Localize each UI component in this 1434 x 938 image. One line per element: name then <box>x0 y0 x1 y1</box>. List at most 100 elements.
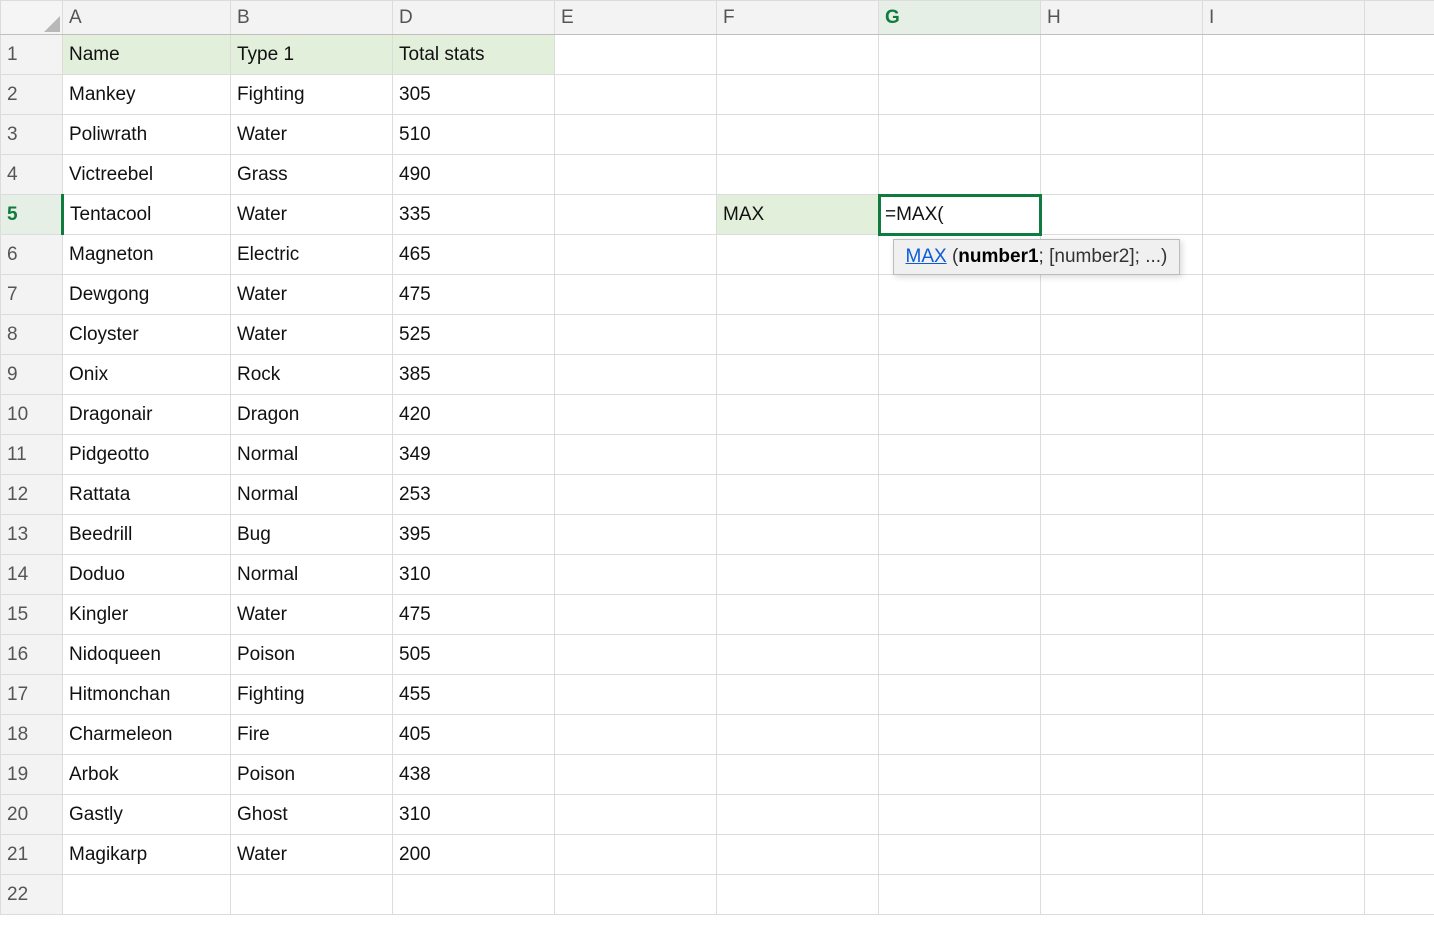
cell-D11[interactable]: 349 <box>393 435 555 475</box>
cell-A10[interactable]: Dragonair <box>63 395 231 435</box>
cell-J17[interactable] <box>1365 675 1434 715</box>
cell-A3[interactable]: Poliwrath <box>63 115 231 155</box>
cell-B21[interactable]: Water <box>231 835 393 875</box>
cell-F17[interactable] <box>717 675 879 715</box>
cell-E10[interactable] <box>555 395 717 435</box>
row-header-8[interactable]: 8 <box>1 315 63 355</box>
cell-F19[interactable] <box>717 755 879 795</box>
cell-B5[interactable]: Water <box>231 195 393 235</box>
cell-I4[interactable] <box>1203 155 1365 195</box>
cell-I9[interactable] <box>1203 355 1365 395</box>
cell-I19[interactable] <box>1203 755 1365 795</box>
col-header-G[interactable]: G <box>879 1 1041 35</box>
cell-G17[interactable] <box>879 675 1041 715</box>
col-header-E[interactable]: E <box>555 1 717 35</box>
cell-F2[interactable] <box>717 75 879 115</box>
cell-E16[interactable] <box>555 635 717 675</box>
cell-H1[interactable] <box>1041 35 1203 75</box>
cell-H18[interactable] <box>1041 715 1203 755</box>
cell-H9[interactable] <box>1041 355 1203 395</box>
cell-A19[interactable]: Arbok <box>63 755 231 795</box>
cell-E11[interactable] <box>555 435 717 475</box>
cell-J13[interactable] <box>1365 515 1434 555</box>
col-header-F[interactable]: F <box>717 1 879 35</box>
cell-D16[interactable]: 505 <box>393 635 555 675</box>
cell-D20[interactable]: 310 <box>393 795 555 835</box>
cell-D13[interactable]: 395 <box>393 515 555 555</box>
cell-G9[interactable] <box>879 355 1041 395</box>
cell-H17[interactable] <box>1041 675 1203 715</box>
row-header-19[interactable]: 19 <box>1 755 63 795</box>
row-header-10[interactable]: 10 <box>1 395 63 435</box>
cell-A9[interactable]: Onix <box>63 355 231 395</box>
cell-D4[interactable]: 490 <box>393 155 555 195</box>
cell-E1[interactable] <box>555 35 717 75</box>
cell-A2[interactable]: Mankey <box>63 75 231 115</box>
cell-D22[interactable] <box>393 875 555 915</box>
cell-H4[interactable] <box>1041 155 1203 195</box>
cell-F9[interactable] <box>717 355 879 395</box>
cell-I7[interactable] <box>1203 275 1365 315</box>
cell-A18[interactable]: Charmeleon <box>63 715 231 755</box>
cell-B12[interactable]: Normal <box>231 475 393 515</box>
cell-A22[interactable] <box>63 875 231 915</box>
cell-A17[interactable]: Hitmonchan <box>63 675 231 715</box>
row-header-17[interactable]: 17 <box>1 675 63 715</box>
cell-F3[interactable] <box>717 115 879 155</box>
cell-F21[interactable] <box>717 835 879 875</box>
cell-B13[interactable]: Bug <box>231 515 393 555</box>
row-header-16[interactable]: 16 <box>1 635 63 675</box>
cell-G10[interactable] <box>879 395 1041 435</box>
cell-E9[interactable] <box>555 355 717 395</box>
cell-J19[interactable] <box>1365 755 1434 795</box>
cell-A4[interactable]: Victreebel <box>63 155 231 195</box>
cell-A5[interactable]: Tentacool <box>63 195 231 235</box>
cell-G14[interactable] <box>879 555 1041 595</box>
formula-signature-tooltip[interactable]: MAX (number1; [number2]; ...) <box>893 239 1181 275</box>
cell-E3[interactable] <box>555 115 717 155</box>
cell-B14[interactable]: Normal <box>231 555 393 595</box>
select-all-corner[interactable] <box>1 1 63 35</box>
cell-I22[interactable] <box>1203 875 1365 915</box>
cell-H8[interactable] <box>1041 315 1203 355</box>
cell-I5[interactable] <box>1203 195 1365 235</box>
row-header-12[interactable]: 12 <box>1 475 63 515</box>
cell-J14[interactable] <box>1365 555 1434 595</box>
cell-D21[interactable]: 200 <box>393 835 555 875</box>
cell-G1[interactable] <box>879 35 1041 75</box>
cell-G15[interactable] <box>879 595 1041 635</box>
cell-E17[interactable] <box>555 675 717 715</box>
cell-I13[interactable] <box>1203 515 1365 555</box>
cell-G21[interactable] <box>879 835 1041 875</box>
cell-J3[interactable] <box>1365 115 1434 155</box>
cell-J5[interactable] <box>1365 195 1434 235</box>
cell-J1[interactable] <box>1365 35 1434 75</box>
row-header-9[interactable]: 9 <box>1 355 63 395</box>
cell-D1[interactable]: Total stats <box>393 35 555 75</box>
cell-D10[interactable]: 420 <box>393 395 555 435</box>
row-header-3[interactable]: 3 <box>1 115 63 155</box>
cell-F11[interactable] <box>717 435 879 475</box>
cell-F18[interactable] <box>717 715 879 755</box>
cell-J20[interactable] <box>1365 795 1434 835</box>
cell-E18[interactable] <box>555 715 717 755</box>
cell-A7[interactable]: Dewgong <box>63 275 231 315</box>
cell-B1[interactable]: Type 1 <box>231 35 393 75</box>
cell-B15[interactable]: Water <box>231 595 393 635</box>
row-header-7[interactable]: 7 <box>1 275 63 315</box>
cell-J11[interactable] <box>1365 435 1434 475</box>
cell-G3[interactable] <box>879 115 1041 155</box>
col-header-B[interactable]: B <box>231 1 393 35</box>
cell-I8[interactable] <box>1203 315 1365 355</box>
cell-J22[interactable] <box>1365 875 1434 915</box>
cell-I16[interactable] <box>1203 635 1365 675</box>
row-header-20[interactable]: 20 <box>1 795 63 835</box>
cell-B8[interactable]: Water <box>231 315 393 355</box>
cell-B22[interactable] <box>231 875 393 915</box>
cell-A8[interactable]: Cloyster <box>63 315 231 355</box>
cell-E14[interactable] <box>555 555 717 595</box>
cell-D15[interactable]: 475 <box>393 595 555 635</box>
row-header-13[interactable]: 13 <box>1 515 63 555</box>
row-header-18[interactable]: 18 <box>1 715 63 755</box>
cell-A13[interactable]: Beedrill <box>63 515 231 555</box>
